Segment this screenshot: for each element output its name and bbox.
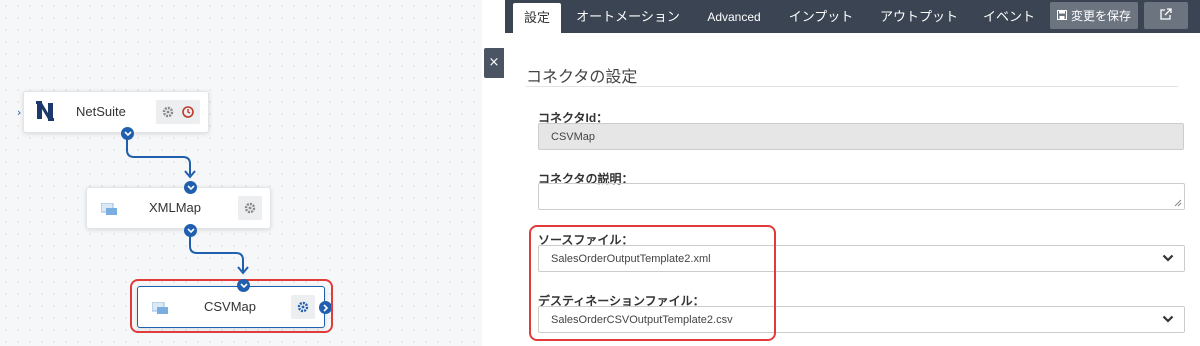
output-port-icon[interactable] xyxy=(121,127,134,140)
save-icon xyxy=(1056,9,1067,23)
node-actions xyxy=(156,100,200,124)
gear-icon[interactable] xyxy=(294,298,312,316)
map-icon xyxy=(151,301,168,319)
section-title: コネクタの設定 xyxy=(526,69,638,86)
output-port-icon[interactable] xyxy=(184,224,197,237)
destination-file-value: SalesOrderCSVOutputTemplate2.csv xyxy=(551,313,733,326)
flow-node-netsuite[interactable]: NetSuite xyxy=(23,91,209,133)
clock-error-icon[interactable] xyxy=(179,103,197,121)
close-icon: × xyxy=(488,55,500,70)
tab-advanced[interactable]: Advanced xyxy=(697,0,771,33)
tab-bar: 設定 オートメーション Advanced インプット アウトプット イベント 変… xyxy=(505,0,1200,33)
node-label: CSVMap xyxy=(204,299,257,314)
tab-events[interactable]: イベント xyxy=(979,0,1039,33)
connector-id-value: CSVMap xyxy=(551,130,596,143)
flow-node-xmlmap[interactable]: XMLMap xyxy=(86,187,271,229)
node-actions xyxy=(291,295,315,319)
connector-id-field: CSVMap xyxy=(538,123,1184,150)
resize-handle-icon[interactable] xyxy=(1174,199,1182,207)
chevron-down-icon xyxy=(1162,315,1174,323)
flow-canvas[interactable]: › NetSuite XMLMap CSVMap xyxy=(0,0,482,346)
netsuite-logo-icon xyxy=(36,101,54,126)
external-link-icon xyxy=(1160,7,1172,25)
node-label: XMLMap xyxy=(149,200,202,215)
gear-icon[interactable] xyxy=(159,103,177,121)
tab-settings[interactable]: 設定 xyxy=(513,3,561,33)
tab-automation[interactable]: オートメーション xyxy=(573,0,683,33)
tab-output[interactable]: アウトプット xyxy=(875,0,963,33)
tab-input[interactable]: インプット xyxy=(785,0,857,33)
node-label: NetSuite xyxy=(76,104,126,119)
input-port-icon[interactable] xyxy=(237,279,250,292)
settings-panel: 設定 オートメーション Advanced インプット アウトプット イベント 変… xyxy=(505,0,1200,346)
source-file-select[interactable]: SalesOrderOutputTemplate2.xml xyxy=(538,245,1185,272)
output-port-icon[interactable] xyxy=(319,301,332,314)
destination-file-select[interactable]: SalesOrderCSVOutputTemplate2.csv xyxy=(538,306,1185,333)
save-button[interactable]: 変更を保存 xyxy=(1050,2,1138,29)
node-actions xyxy=(238,196,262,220)
divider xyxy=(526,86,1178,87)
flow-node-csvmap[interactable]: CSVMap xyxy=(137,286,325,328)
gear-icon[interactable] xyxy=(241,199,259,217)
close-panel-button[interactable]: × xyxy=(484,48,504,78)
save-label: 変更を保存 xyxy=(1070,9,1131,23)
description-textarea[interactable] xyxy=(538,183,1185,210)
open-external-button[interactable] xyxy=(1144,2,1188,29)
map-icon xyxy=(100,202,117,220)
source-file-value: SalesOrderOutputTemplate2.xml xyxy=(551,252,711,265)
input-port-icon[interactable] xyxy=(184,181,197,194)
input-chevron-icon: › xyxy=(17,106,22,119)
chevron-down-icon xyxy=(1162,254,1174,262)
